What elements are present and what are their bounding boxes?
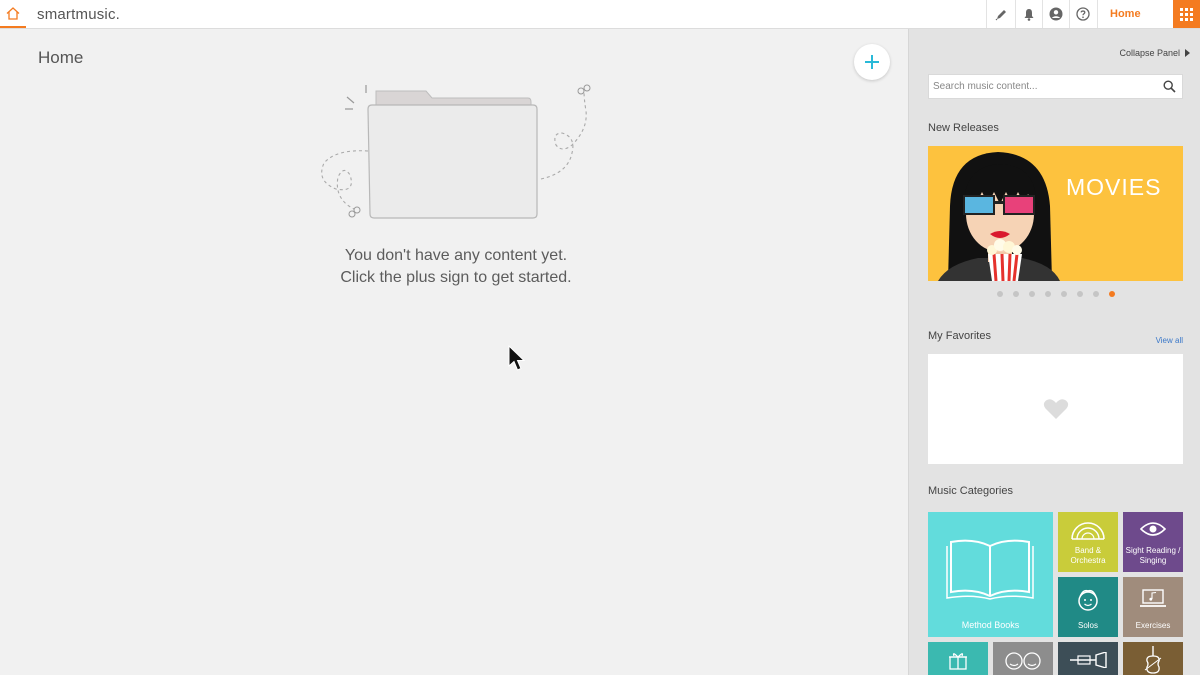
category-tile-strings[interactable]: [1123, 642, 1183, 675]
trumpet-icon: [1070, 652, 1107, 668]
release-title: MOVIES: [1066, 174, 1162, 200]
mouse-cursor-icon: [508, 345, 526, 371]
category-tile-gift[interactable]: [928, 642, 988, 675]
collapse-panel-label: Collapse Panel: [1119, 48, 1180, 58]
empty-state-message: You don't have any content yet. Click th…: [256, 245, 656, 289]
top-bar: smartmusic. Home: [0, 0, 1200, 29]
apps-grid-icon[interactable]: [1173, 0, 1200, 28]
eye-icon: [1140, 522, 1166, 536]
face-icon: [1078, 589, 1098, 611]
category-solos[interactable]: Solos: [1058, 577, 1118, 637]
my-favorites-title: My Favorites: [928, 330, 991, 342]
carousel-dot[interactable]: [1093, 291, 1099, 297]
bell-icon[interactable]: [1016, 0, 1042, 28]
favorites-box: [928, 354, 1183, 464]
category-tile-people[interactable]: [993, 642, 1053, 675]
search-box: [928, 74, 1183, 99]
violin-icon: [1144, 646, 1162, 674]
category-sight-reading[interactable]: Sight Reading / Singing: [1123, 512, 1183, 572]
category-exercises[interactable]: Exercises: [1123, 577, 1183, 637]
carousel-dot[interactable]: [1077, 291, 1083, 297]
carousel-dot[interactable]: [1061, 291, 1067, 297]
category-label: Sight Reading / Singing: [1125, 546, 1181, 565]
add-content-button[interactable]: [854, 44, 890, 80]
laptop-music-icon: [1140, 589, 1166, 607]
empty-state-line-1: You don't have any content yet.: [344, 247, 568, 264]
category-method-books[interactable]: Method Books: [928, 512, 1053, 637]
search-input[interactable]: [929, 75, 1154, 98]
carousel-dot[interactable]: [1029, 291, 1035, 297]
chevron-right-icon: [1185, 49, 1190, 57]
music-categories-title: Music Categories: [928, 485, 1013, 497]
open-book-icon: [946, 539, 1034, 600]
search-icon[interactable]: [1163, 80, 1176, 93]
carousel-dot-active[interactable]: [1109, 291, 1115, 297]
collapse-panel-button[interactable]: Collapse Panel: [1119, 48, 1190, 58]
plus-icon: [865, 55, 879, 69]
right-panel: Collapse Panel New Releases: [908, 29, 1200, 675]
carousel-dots: [997, 291, 1115, 297]
main-content: Home You don't have any content yet. Cli…: [0, 29, 908, 675]
movies-illustration: [938, 152, 1060, 281]
new-releases-title: New Releases: [928, 122, 999, 134]
gift-icon: [949, 653, 967, 670]
category-label: Band & Orchestra: [1070, 546, 1106, 565]
category-label: Method Books: [961, 620, 1020, 630]
view-all-link[interactable]: View all: [1156, 336, 1183, 345]
category-band-orchestra[interactable]: Band & Orchestra: [1058, 512, 1118, 572]
heart-icon: [1043, 399, 1068, 419]
home-icon[interactable]: [0, 0, 26, 28]
carousel-dot[interactable]: [1045, 291, 1051, 297]
carousel-dot[interactable]: [997, 291, 1003, 297]
empty-state-line-2: Click the plus sign to get started.: [340, 269, 572, 286]
empty-folder-illustration: [321, 84, 591, 219]
brand-logo[interactable]: smartmusic.: [37, 6, 120, 23]
user-icon[interactable]: [1043, 0, 1069, 28]
category-label: Exercises: [1135, 621, 1171, 630]
new-release-banner[interactable]: MOVIES: [928, 146, 1183, 281]
help-icon[interactable]: [1070, 0, 1096, 28]
pen-icon[interactable]: [988, 0, 1014, 28]
tab-home[interactable]: Home: [1110, 8, 1141, 20]
carousel-dot[interactable]: [1013, 291, 1019, 297]
stage-seats-icon: [1071, 522, 1105, 540]
page-title: Home: [38, 48, 84, 67]
people-icon: [1005, 652, 1041, 670]
category-label: Solos: [1077, 621, 1098, 630]
category-tile-brass[interactable]: [1058, 642, 1118, 675]
